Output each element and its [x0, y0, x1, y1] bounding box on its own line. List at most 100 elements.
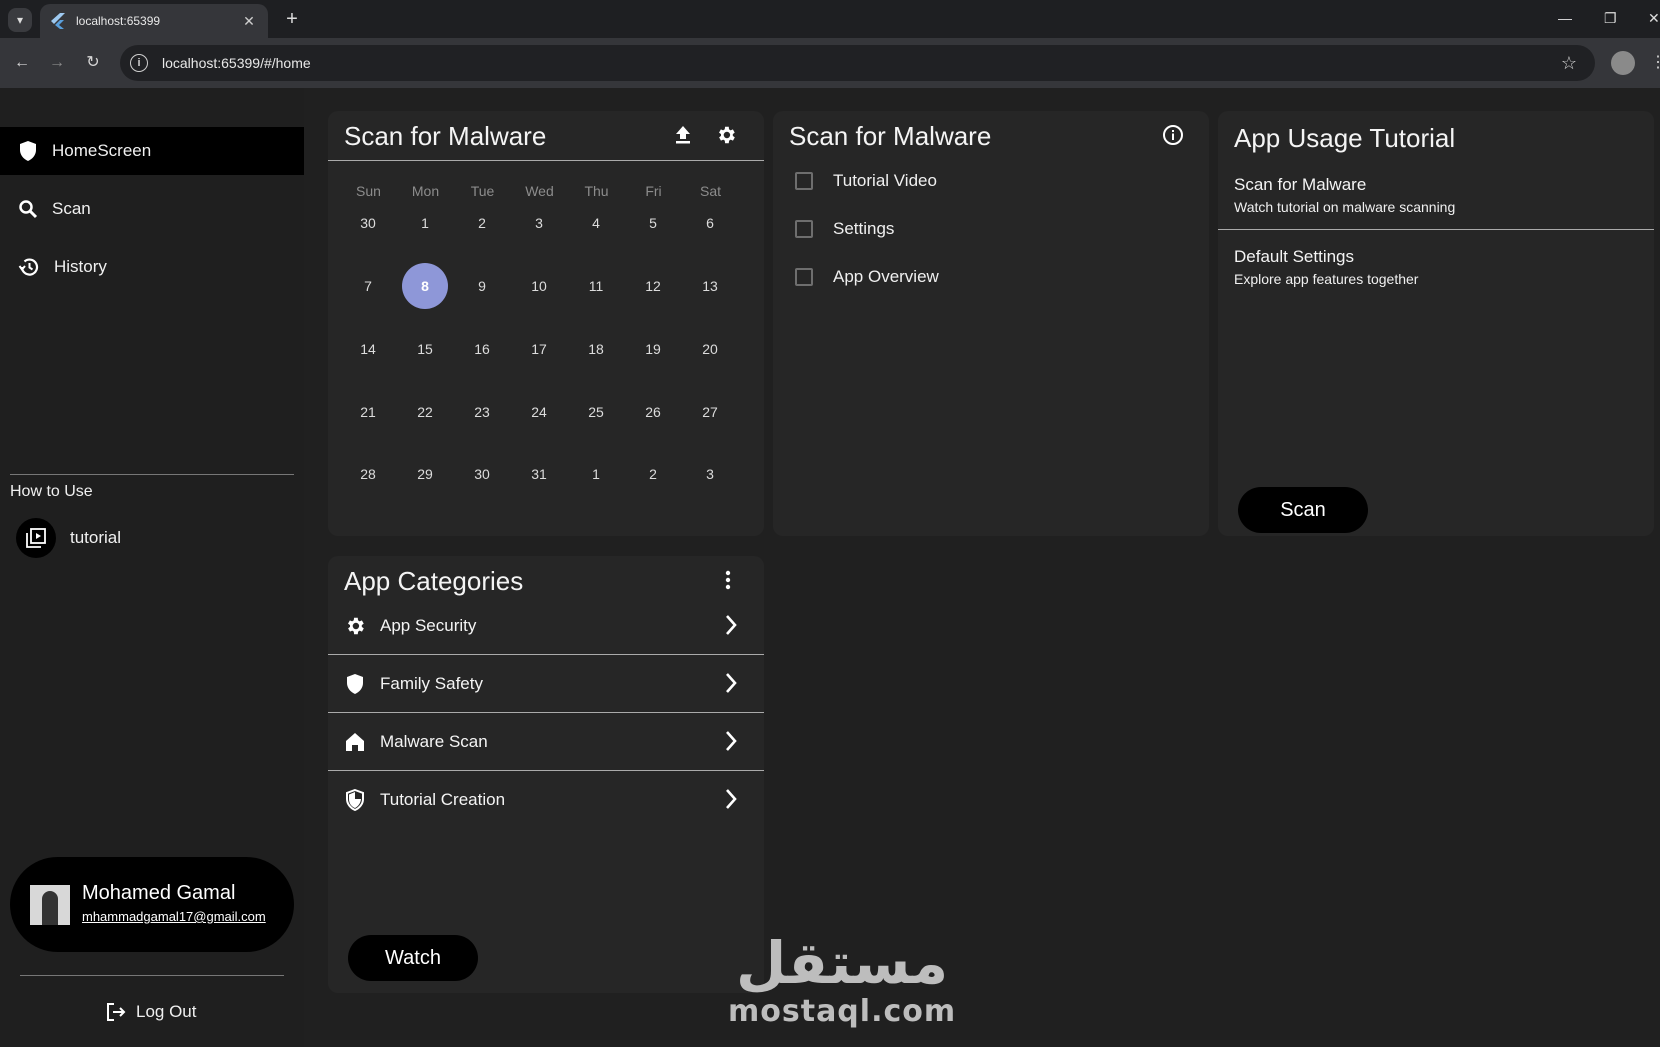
minimize-icon[interactable]: — — [1558, 10, 1572, 26]
bookmark-star-icon[interactable]: ☆ — [1561, 53, 1577, 74]
calendar-day[interactable]: 25 — [573, 389, 619, 435]
category-label: Tutorial Creation — [380, 790, 506, 809]
tab-title: localhost:65399 — [76, 14, 161, 28]
shield-icon — [347, 673, 363, 694]
sidebar-item-label: History — [54, 257, 107, 276]
calendar-day[interactable]: 3 — [687, 451, 733, 497]
security-shield-icon — [346, 789, 364, 811]
calendar-day-selected[interactable]: 8 — [402, 263, 448, 309]
sidebar-item-scan[interactable]: Scan — [0, 185, 304, 233]
checklist-item[interactable]: Tutorial Video — [795, 171, 937, 191]
calendar-day[interactable]: 26 — [630, 389, 676, 435]
restore-icon[interactable]: ❐ — [1604, 10, 1617, 27]
calendar-day[interactable]: 13 — [687, 263, 733, 309]
close-window-icon[interactable]: ✕ — [1648, 10, 1660, 27]
site-info-icon[interactable]: i — [130, 54, 148, 72]
calendar-day[interactable]: 7 — [345, 263, 391, 309]
calendar-day[interactable]: 14 — [345, 326, 391, 372]
tutorial-card-title: App Usage Tutorial — [1234, 123, 1456, 153]
tutorial-row-title[interactable]: Default Settings — [1234, 247, 1354, 267]
sidebar-item-tutorial[interactable]: tutorial — [16, 518, 121, 558]
user-card[interactable]: Mohamed Gamal mhammadgamal17@gmail.com — [10, 857, 294, 952]
watermark-arabic: مستقل — [736, 929, 949, 997]
weekday-label: Sun — [356, 183, 381, 199]
checkbox[interactable] — [795, 172, 813, 190]
chevron-right-icon — [726, 673, 737, 693]
category-item-malware-scan[interactable]: Malware Scan — [328, 713, 764, 771]
checkbox[interactable] — [795, 220, 813, 238]
calendar-day[interactable]: 3 — [516, 200, 562, 246]
calendar-day[interactable]: 18 — [573, 326, 619, 372]
calendar-day[interactable]: 5 — [630, 200, 676, 246]
calendar-day[interactable]: 15 — [402, 326, 448, 372]
watermark-latin: mostaql.com — [728, 994, 957, 1029]
calendar-day[interactable]: 22 — [402, 389, 448, 435]
calendar-day[interactable]: 6 — [687, 200, 733, 246]
search-icon — [19, 200, 38, 219]
checkbox[interactable] — [795, 268, 813, 286]
url-text: localhost:65399/#/home — [162, 55, 311, 71]
calendar-day[interactable]: 31 — [516, 451, 562, 497]
browser-menu-icon[interactable]: ⋮ — [1650, 52, 1660, 72]
more-vert-icon[interactable] — [714, 566, 742, 594]
logout-button[interactable]: Log Out — [106, 1002, 197, 1022]
tutorial-row-title[interactable]: Scan for Malware — [1234, 175, 1366, 195]
checklist-item[interactable]: App Overview — [795, 267, 939, 287]
calendar-day[interactable]: 29 — [402, 451, 448, 497]
back-icon[interactable]: ← — [10, 51, 34, 75]
calendar-day[interactable]: 28 — [345, 451, 391, 497]
calendar-day[interactable]: 21 — [345, 389, 391, 435]
info-icon[interactable] — [1159, 121, 1187, 149]
browser-tab[interactable]: localhost:65399 ✕ — [40, 4, 268, 38]
forward-icon[interactable]: → — [45, 51, 69, 75]
tab-search-chevron-icon[interactable]: ▾ — [8, 8, 32, 32]
calendar-day[interactable]: 23 — [459, 389, 505, 435]
checklist-card: Scan for Malware Tutorial Video Settings… — [773, 111, 1209, 536]
scan-button[interactable]: Scan — [1238, 487, 1368, 533]
weekday-label: Tue — [470, 183, 495, 199]
weekday-label: Fri — [645, 183, 662, 199]
calendar-day[interactable]: 20 — [687, 326, 733, 372]
calendar-day[interactable]: 17 — [516, 326, 562, 372]
calendar-day[interactable]: 19 — [630, 326, 676, 372]
upload-icon[interactable] — [669, 121, 697, 149]
settings-gear-icon[interactable] — [712, 121, 740, 149]
calendar-day[interactable]: 30 — [459, 451, 505, 497]
new-tab-icon[interactable]: + — [280, 8, 304, 32]
section-label: How to Use — [10, 483, 93, 500]
category-item-app-security[interactable]: App Security — [328, 597, 764, 655]
category-item-tutorial-creation[interactable]: Tutorial Creation — [328, 771, 764, 829]
calendar-day[interactable]: 10 — [516, 263, 562, 309]
category-item-family-safety[interactable]: Family Safety — [328, 655, 764, 713]
sidebar-item-homescreen[interactable]: HomeScreen — [0, 127, 304, 175]
calendar-day[interactable]: 12 — [630, 263, 676, 309]
user-email-link[interactable]: mhammadgamal17@gmail.com — [82, 907, 267, 927]
calendar-day[interactable]: 9 — [459, 263, 505, 309]
checklist-item-label: App Overview — [833, 267, 939, 286]
calendar-day[interactable]: 1 — [402, 200, 448, 246]
calendar-card-title: Scan for Malware — [344, 121, 547, 151]
calendar-day[interactable]: 2 — [630, 451, 676, 497]
calendar-day[interactable]: 27 — [687, 389, 733, 435]
categories-card-title: App Categories — [344, 566, 524, 596]
tab-close-icon[interactable]: ✕ — [240, 13, 258, 30]
profile-avatar-icon[interactable] — [1611, 51, 1635, 75]
checklist-item-label: Tutorial Video — [833, 171, 937, 190]
reload-icon[interactable]: ↻ — [81, 51, 105, 75]
calendar-day[interactable]: 30 — [345, 200, 391, 246]
checklist-item-label: Settings — [833, 219, 895, 238]
sidebar-item-history[interactable]: History — [0, 243, 304, 291]
calendar-day[interactable]: 1 — [573, 451, 619, 497]
user-name: Mohamed Gamal — [82, 882, 236, 904]
calendar-day[interactable]: 11 — [573, 263, 619, 309]
calendar-day[interactable]: 4 — [573, 200, 619, 246]
calendar-day[interactable]: 2 — [459, 200, 505, 246]
calendar-day[interactable]: 24 — [516, 389, 562, 435]
weekday-label: Mon — [411, 183, 440, 199]
categories-card: App Categories App Security Family Safet… — [328, 556, 764, 993]
address-bar[interactable]: i localhost:65399/#/home ☆ — [120, 45, 1595, 81]
watch-button[interactable]: Watch — [348, 935, 478, 981]
home-icon — [346, 732, 364, 751]
checklist-item[interactable]: Settings — [795, 219, 894, 239]
calendar-day[interactable]: 16 — [459, 326, 505, 372]
